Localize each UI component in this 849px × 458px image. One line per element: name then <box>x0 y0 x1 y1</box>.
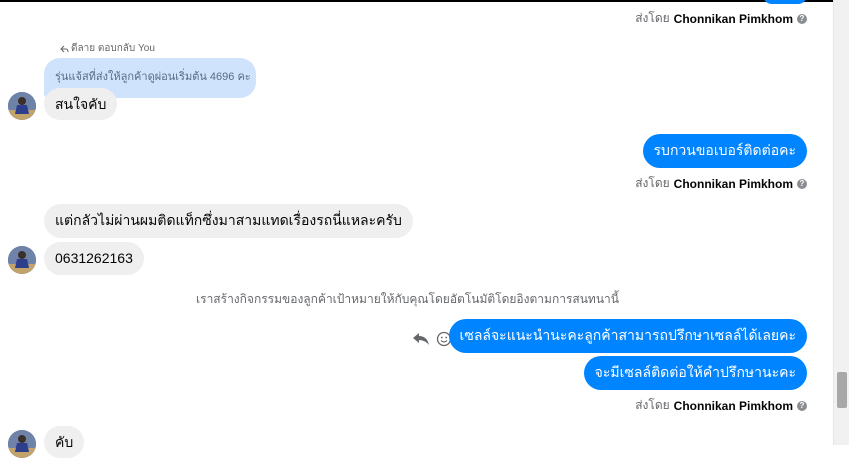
agent-name[interactable]: Chonnikan Pimkhom <box>674 12 793 26</box>
message-bubble-incoming[interactable]: สนใจคับ <box>44 88 118 120</box>
top-divider <box>0 0 833 2</box>
reply-arrow-icon[interactable] <box>412 331 430 347</box>
question-circle-icon[interactable]: ? <box>797 400 807 411</box>
avatar[interactable] <box>8 92 36 120</box>
scrollbar-thumb[interactable] <box>837 372 847 408</box>
customer-avatar-image <box>8 246 36 274</box>
reply-label-text: ดีลาย ตอบกลับ You <box>71 43 155 54</box>
message-bubble-outgoing[interactable]: จะมีเซลล์ติดต่อให้คำปรึกษานะคะ <box>583 356 807 390</box>
message-text: แต่กลัวไม่ผ่านผมติดแท็กซึ่งมาสามแทดเรื่อ… <box>55 212 402 228</box>
avatar[interactable] <box>8 430 36 458</box>
question-circle-icon[interactable]: ? <box>797 178 807 189</box>
message-bubble-incoming[interactable]: แต่กลัวไม่ผ่านผมติดแท็กซึ่งมาสามแทดเรื่อ… <box>44 204 413 238</box>
message-text: คับ <box>55 434 74 450</box>
message-bubble-incoming[interactable]: คับ <box>44 426 85 458</box>
quoted-message-text: รุ่นแจ้สที่ส่งให้ลูกค้าดูผ่อนเริ่มต้น 46… <box>55 71 251 83</box>
message-bubble-outgoing[interactable]: รบกวนขอเบอร์ติดต่อคะ <box>642 134 807 168</box>
sent-by-line: ส่งโดย Chonnikan Pimkhom ? <box>635 174 807 193</box>
customer-avatar-image <box>8 92 36 120</box>
sent-by-line: ส่งโดย Chonnikan Pimkhom ? <box>635 396 807 415</box>
reply-indicator: ดีลาย ตอบกลับ You <box>60 41 155 56</box>
message-text: 0631262163 <box>55 250 133 266</box>
sent-by-label: ส่งโดย <box>635 398 670 412</box>
message-text: เซลล์จะแนะนำนะคะลูกค้าสามารถปรึกษาเซลล์ไ… <box>459 327 796 343</box>
message-bubble-incoming[interactable]: 0631262163 <box>44 242 144 275</box>
agent-name[interactable]: Chonnikan Pimkhom <box>674 177 793 191</box>
sent-by-label: ส่งโดย <box>635 11 670 25</box>
previous-message-bubble[interactable] <box>763 0 807 4</box>
customer-avatar-image <box>8 430 36 458</box>
avatar[interactable] <box>8 246 36 274</box>
question-circle-icon[interactable]: ? <box>797 13 807 24</box>
scrollbar[interactable] <box>833 0 849 445</box>
reply-indicator-icon <box>60 45 69 52</box>
message-text: รบกวนขอเบอร์ติดต่อคะ <box>653 142 796 158</box>
message-actions <box>412 331 452 347</box>
system-notice: เราสร้างกิจกรรมของลูกค้าเป้าหมายให้กับคุ… <box>196 292 619 306</box>
sent-by-line: ส่งโดย Chonnikan Pimkhom ? <box>635 9 807 28</box>
agent-name[interactable]: Chonnikan Pimkhom <box>674 399 793 413</box>
message-bubble-outgoing[interactable]: เซลล์จะแนะนำนะคะลูกค้าสามารถปรึกษาเซลล์ไ… <box>448 319 807 353</box>
message-text: จะมีเซลล์ติดต่อให้คำปรึกษานะคะ <box>594 364 796 380</box>
sent-by-label: ส่งโดย <box>635 176 670 190</box>
message-text: สนใจคับ <box>55 96 107 112</box>
